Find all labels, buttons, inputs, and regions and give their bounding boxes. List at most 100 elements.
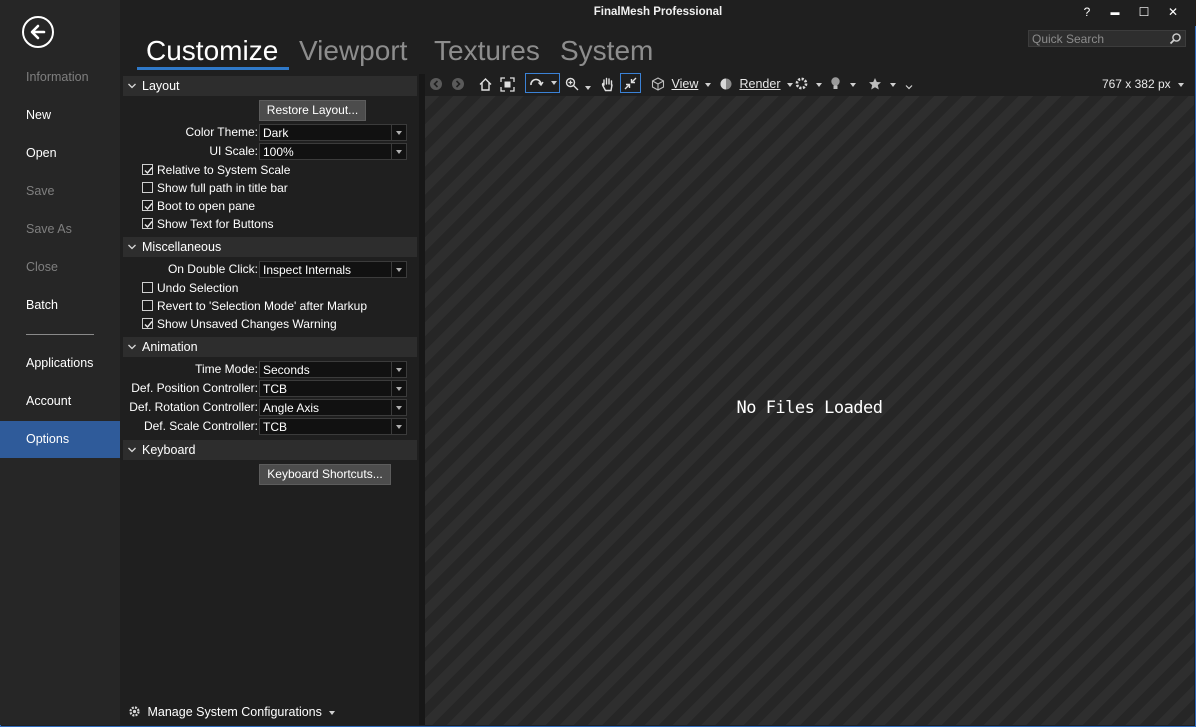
render-sphere-icon [720, 78, 732, 90]
render-menu-label: Render [739, 77, 781, 91]
forward-nav-icon[interactable] [451, 75, 465, 93]
rotation-controller-value: Angle Axis [263, 401, 320, 415]
rotation-controller-label: Def. Rotation Controller: [129, 400, 258, 414]
3d-viewport[interactable]: No Files Loaded [425, 96, 1194, 725]
nav-item-close[interactable]: Close [0, 249, 120, 286]
position-controller-value: TCB [263, 382, 287, 396]
time-mode-label: Time Mode: [195, 362, 258, 376]
render-menu[interactable]: Render [719, 75, 793, 93]
nav-item-options[interactable]: Options [0, 421, 120, 458]
scale-controller-select[interactable]: TCB [259, 418, 407, 435]
checkbox-unsaved-changes-warning[interactable]: Show Unsaved Changes Warning [142, 316, 337, 332]
checkbox-label: Relative to System Scale [157, 163, 291, 177]
zoom-extents-icon[interactable] [500, 75, 515, 93]
manage-configurations-label: Manage System Configurations [147, 705, 322, 719]
dropdown-arrow-icon [551, 81, 557, 85]
section-animation-header[interactable]: Animation [123, 337, 417, 357]
tab-system[interactable]: System [560, 34, 653, 68]
back-button[interactable] [22, 16, 54, 48]
ui-scale-label: UI Scale: [209, 144, 258, 158]
dropdown-arrow-icon [786, 82, 793, 87]
checkbox-relative-system-scale[interactable]: Relative to System Scale [142, 162, 290, 178]
chevron-down-icon [128, 344, 136, 350]
checkbox-label: Boot to open pane [157, 199, 256, 213]
settings-menu[interactable] [794, 75, 823, 93]
checkbox-box [142, 164, 153, 175]
orbit-tool-button[interactable] [525, 73, 560, 93]
tab-customize[interactable]: Customize [146, 34, 278, 68]
tab-viewport[interactable]: Viewport [299, 34, 407, 68]
checkbox-box [142, 300, 153, 311]
view-menu[interactable]: View [651, 75, 711, 93]
chevron-down-icon [128, 244, 136, 250]
cube-icon [651, 77, 665, 91]
nav-item-save-as[interactable]: Save As [0, 211, 120, 248]
checkbox-box [142, 282, 153, 293]
checkbox-label: Show Text for Buttons [157, 217, 274, 231]
lighting-menu[interactable] [829, 75, 857, 93]
dropdown-arrow-icon [391, 362, 406, 377]
viewport-size-menu[interactable]: 767 x 382 px [1102, 75, 1184, 93]
checkbox-show-text-buttons[interactable]: Show Text for Buttons [142, 216, 274, 232]
nav-item-open[interactable]: Open [0, 135, 120, 172]
rotation-controller-select[interactable]: Angle Axis [259, 399, 407, 416]
section-misc-header[interactable]: Miscellaneous [123, 237, 417, 257]
search-icon[interactable] [1169, 32, 1182, 45]
checkbox-box [142, 200, 153, 211]
home-icon[interactable] [478, 75, 493, 93]
position-controller-select[interactable]: TCB [259, 380, 407, 397]
dropdown-arrow-icon [391, 125, 406, 140]
zoom-icon[interactable] [565, 75, 592, 93]
chevron-down-icon [128, 83, 136, 89]
checkbox-box [142, 218, 153, 229]
quick-search-input[interactable] [1032, 31, 1162, 46]
view-menu-label: View [671, 77, 699, 91]
double-click-select[interactable]: Inspect Internals [259, 261, 407, 278]
minimize-button[interactable]: ▬ [1105, 2, 1125, 22]
help-button[interactable]: ? [1077, 2, 1097, 22]
close-window-button[interactable]: ✕ [1163, 2, 1183, 22]
section-keyboard-title: Keyboard [142, 443, 196, 457]
nav-separator [26, 334, 94, 335]
tab-textures[interactable]: Textures [434, 34, 540, 68]
checkbox-label: Undo Selection [157, 281, 239, 295]
double-click-label: On Double Click: [167, 262, 258, 276]
collapse-arrows-icon [624, 77, 637, 90]
section-layout-header[interactable]: Layout [123, 76, 417, 96]
nav-item-batch[interactable]: Batch [0, 287, 120, 324]
checkbox-show-full-path[interactable]: Show full path in title bar [142, 180, 288, 196]
restore-layout-button[interactable]: Restore Layout... [259, 100, 366, 121]
gear-icon [795, 77, 808, 90]
nav-item-information[interactable]: Information [0, 59, 120, 96]
ui-scale-select[interactable]: 100% [259, 143, 407, 160]
maximize-button[interactable]: ☐ [1134, 2, 1154, 22]
ui-scale-value: 100% [263, 145, 294, 159]
pan-hand-icon[interactable] [600, 75, 615, 93]
dropdown-arrow-icon [1178, 82, 1184, 87]
time-mode-select[interactable]: Seconds [259, 361, 407, 378]
color-theme-select[interactable]: Dark [259, 124, 407, 141]
nav-item-account[interactable]: Account [0, 383, 120, 420]
quick-search-box [1028, 30, 1186, 47]
light-bulb-icon [831, 77, 840, 89]
favorites-menu[interactable] [868, 75, 913, 93]
section-animation-title: Animation [142, 340, 198, 354]
checkbox-label: Show full path in title bar [157, 181, 288, 195]
keyboard-shortcuts-button[interactable]: Keyboard Shortcuts... [259, 464, 391, 485]
nav-item-new[interactable]: New [0, 97, 120, 134]
dropdown-arrow-icon [704, 82, 711, 87]
nav-item-applications[interactable]: Applications [0, 345, 120, 382]
backstage-nav: Information New Open Save Save As Close … [0, 0, 120, 725]
section-keyboard-header[interactable]: Keyboard [123, 440, 417, 460]
back-nav-icon[interactable] [429, 75, 443, 93]
back-arrow-icon [30, 24, 46, 40]
color-theme-label: Color Theme: [185, 125, 258, 139]
checkbox-undo-selection[interactable]: Undo Selection [142, 280, 238, 296]
manage-configurations-button[interactable]: Manage System Configurations [128, 704, 336, 720]
checkbox-revert-selection-mode[interactable]: Revert to 'Selection Mode' after Markup [142, 298, 367, 314]
section-layout-title: Layout [142, 79, 180, 93]
checkbox-boot-to-open-pane[interactable]: Boot to open pane [142, 198, 255, 214]
section-misc-title: Miscellaneous [142, 240, 222, 254]
nav-item-save[interactable]: Save [0, 173, 120, 210]
fit-view-button[interactable] [620, 73, 641, 93]
